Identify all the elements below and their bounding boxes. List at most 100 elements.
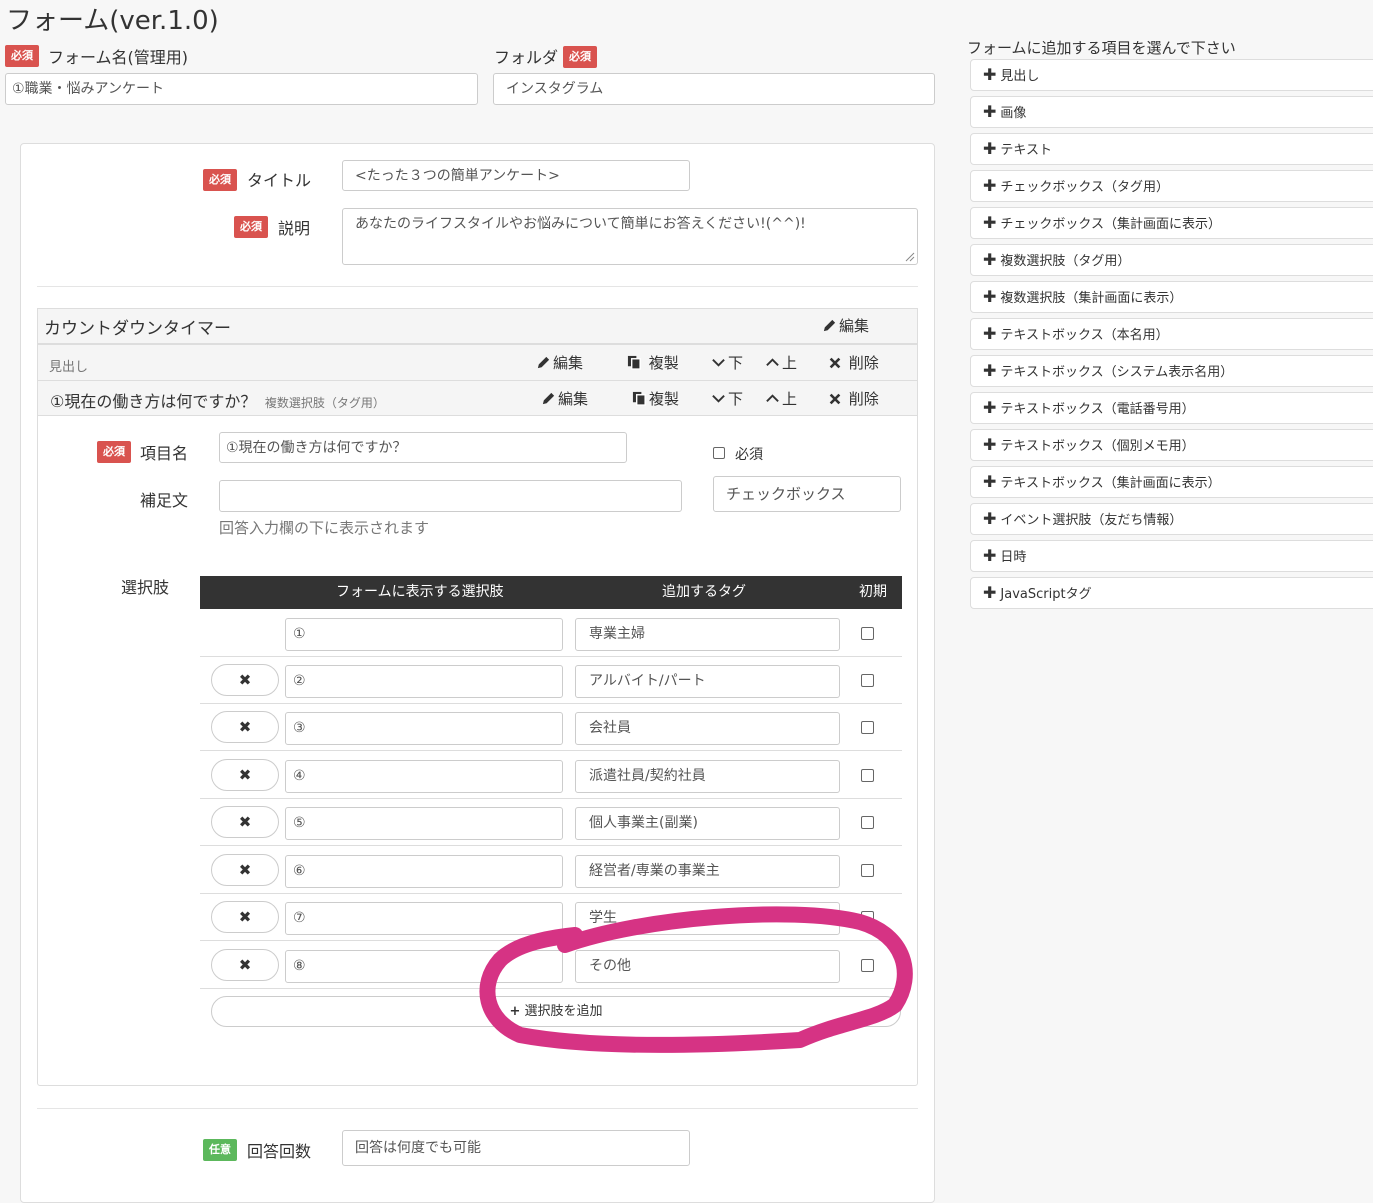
choice-input[interactable]: ⑦ bbox=[285, 902, 563, 935]
required-checkbox[interactable] bbox=[713, 447, 725, 459]
item-label: テキストボックス（電話番号用） bbox=[1000, 402, 1195, 417]
pencil-icon bbox=[537, 356, 550, 369]
add-item-textbox-realname[interactable]: ✚ テキストボックス（本名用） bbox=[970, 318, 1373, 350]
heading-delete-button[interactable]: 削除 bbox=[828, 352, 879, 373]
delete-label: 削除 bbox=[848, 354, 879, 372]
item-label: テキスト bbox=[1000, 143, 1053, 158]
add-item-image[interactable]: ✚ 画像 bbox=[970, 96, 1373, 128]
supplement-help-text: 回答入力欄の下に表示されます bbox=[219, 519, 430, 537]
question-down-button[interactable]: 下 bbox=[711, 388, 743, 409]
add-item-event-choice[interactable]: ✚ イベント選択肢（友だち情報） bbox=[970, 503, 1373, 535]
plus-icon: ✚ bbox=[983, 398, 997, 417]
answer-count-select[interactable]: 回答は何度でも可能 bbox=[342, 1130, 690, 1166]
add-item-multichoice-summary[interactable]: ✚ 複数選択肢（集計画面に表示） bbox=[970, 281, 1373, 313]
add-item-textbox-phone[interactable]: ✚ テキストボックス（電話番号用） bbox=[970, 392, 1373, 424]
initial-checkbox[interactable] bbox=[861, 816, 874, 829]
item-label: チェックボックス（タグ用） bbox=[1000, 180, 1170, 195]
add-item-text[interactable]: ✚ テキスト bbox=[970, 133, 1373, 165]
tag-select[interactable]: 個人事業主(副業) bbox=[575, 807, 840, 840]
delete-choice-button[interactable]: ✖ bbox=[211, 949, 279, 981]
add-choice-label: 選択肢を追加 bbox=[524, 1004, 603, 1019]
description-label: 説明 bbox=[278, 219, 311, 238]
heading-down-button[interactable]: 下 bbox=[711, 352, 743, 373]
add-item-multichoice-tag[interactable]: ✚ 複数選択肢（タグ用） bbox=[970, 244, 1373, 276]
delete-choice-button[interactable]: ✖ bbox=[211, 806, 279, 838]
choice-input[interactable]: ③ bbox=[285, 712, 563, 745]
choice-input[interactable]: ① bbox=[285, 618, 563, 651]
initial-checkbox[interactable] bbox=[861, 911, 874, 924]
description-textarea[interactable]: あなたのライフスタイルやお悩みについて簡単にお答えください!(^^)! bbox=[342, 208, 918, 265]
heading-block-label: 見出し bbox=[49, 360, 89, 375]
required-badge: 必須 bbox=[203, 169, 237, 191]
question-delete-button[interactable]: 削除 bbox=[828, 388, 879, 409]
input-type-select[interactable]: チェックボックス bbox=[713, 476, 901, 512]
delete-choice-button[interactable]: ✖ bbox=[211, 759, 279, 791]
pencil-icon bbox=[542, 392, 555, 405]
divider bbox=[37, 286, 918, 287]
add-item-datetime[interactable]: ✚ 日時 bbox=[970, 540, 1373, 572]
item-label: イベント選択肢（友だち情報） bbox=[1000, 513, 1183, 528]
item-label: 複数選択肢（タグ用） bbox=[1000, 254, 1131, 269]
delete-choice-button[interactable]: ✖ bbox=[211, 711, 279, 743]
form-name-input[interactable]: ①職業・悩みアンケート bbox=[5, 73, 478, 105]
title-input[interactable]: <たった３つの簡単アンケート> bbox=[342, 160, 690, 191]
supplement-input[interactable] bbox=[219, 480, 682, 512]
choice-input[interactable]: ② bbox=[285, 665, 563, 698]
item-name-input[interactable]: ①現在の働き方は何ですか？ bbox=[219, 432, 627, 463]
heading-edit-button[interactable]: 編集 bbox=[536, 352, 583, 373]
add-item-javascript-tag[interactable]: ✚ JavaScriptタグ bbox=[970, 577, 1373, 609]
tag-select[interactable]: 会社員 bbox=[575, 712, 840, 745]
close-icon bbox=[829, 393, 841, 405]
heading-duplicate-button[interactable]: 複製 bbox=[627, 352, 679, 373]
folder-select[interactable]: インスタグラム bbox=[493, 73, 935, 105]
add-item-textbox-memo[interactable]: ✚ テキストボックス（個別メモ用） bbox=[970, 429, 1373, 461]
tag-select[interactable]: 専業主婦 bbox=[575, 618, 840, 651]
delete-choice-button[interactable]: ✖ bbox=[211, 664, 279, 696]
tag-select[interactable]: 派遣社員/契約社員 bbox=[575, 760, 840, 793]
delete-label: 削除 bbox=[848, 390, 879, 408]
down-label: 下 bbox=[728, 354, 744, 372]
add-choice-button[interactable]: + 選択肢を追加 bbox=[211, 996, 901, 1027]
resize-handle-icon[interactable] bbox=[905, 252, 915, 262]
countdown-edit-button[interactable]: 編集 bbox=[822, 315, 869, 336]
table-row: ✖ ⑧ その他 bbox=[200, 942, 902, 989]
item-label: テキストボックス（集計画面に表示） bbox=[1000, 476, 1221, 491]
add-item-textbox-displayname[interactable]: ✚ テキストボックス（システム表示名用） bbox=[970, 355, 1373, 387]
tag-select[interactable]: 学生 bbox=[575, 902, 840, 935]
tag-select[interactable]: アルバイト/パート bbox=[575, 665, 840, 698]
item-label: 日時 bbox=[1000, 550, 1027, 565]
initial-checkbox[interactable] bbox=[861, 959, 874, 972]
chevron-up-icon bbox=[766, 358, 779, 366]
add-item-textbox-summary[interactable]: ✚ テキストボックス（集計画面に表示） bbox=[970, 466, 1373, 498]
question-title: ①現在の働き方は何ですか？ 複数選択肢（タグ用） bbox=[50, 388, 385, 412]
choice-input[interactable]: ④ bbox=[285, 760, 563, 793]
required-badge: 必須 bbox=[234, 216, 268, 238]
add-item-checkbox-tag[interactable]: ✚ チェックボックス（タグ用） bbox=[970, 170, 1373, 202]
header-initial: 初期 bbox=[859, 584, 887, 600]
delete-choice-button[interactable]: ✖ bbox=[211, 901, 279, 933]
countdown-label: カウントダウンタイマー bbox=[44, 319, 231, 339]
answer-count-label: 回答回数 bbox=[247, 1142, 312, 1161]
delete-choice-button[interactable]: ✖ bbox=[211, 854, 279, 886]
plus-icon: ✚ bbox=[983, 250, 997, 269]
initial-checkbox[interactable] bbox=[861, 769, 874, 782]
copy-icon bbox=[632, 391, 646, 406]
heading-up-button[interactable]: 上 bbox=[765, 352, 797, 373]
tag-select[interactable]: 経営者/専業の事業主 bbox=[575, 855, 840, 888]
table-row: ① 専業主婦 bbox=[200, 610, 902, 657]
item-label: 画像 bbox=[1000, 106, 1027, 121]
initial-checkbox[interactable] bbox=[861, 627, 874, 640]
question-up-button[interactable]: 上 bbox=[765, 388, 797, 409]
tag-select[interactable]: その他 bbox=[575, 950, 840, 983]
question-duplicate-button[interactable]: 複製 bbox=[632, 388, 679, 409]
initial-checkbox[interactable] bbox=[861, 721, 874, 734]
initial-checkbox[interactable] bbox=[861, 674, 874, 687]
choice-input[interactable]: ⑤ bbox=[285, 807, 563, 840]
add-item-heading[interactable]: ✚ 見出し bbox=[970, 59, 1373, 91]
question-edit-button[interactable]: 編集 bbox=[541, 388, 588, 409]
choice-input[interactable]: ⑥ bbox=[285, 855, 563, 888]
initial-checkbox[interactable] bbox=[861, 864, 874, 877]
choice-input[interactable]: ⑧ bbox=[285, 950, 563, 983]
add-item-checkbox-summary[interactable]: ✚ チェックボックス（集計画面に表示） bbox=[970, 207, 1373, 239]
page-title: フォーム(ver.1.0) bbox=[6, 6, 219, 36]
